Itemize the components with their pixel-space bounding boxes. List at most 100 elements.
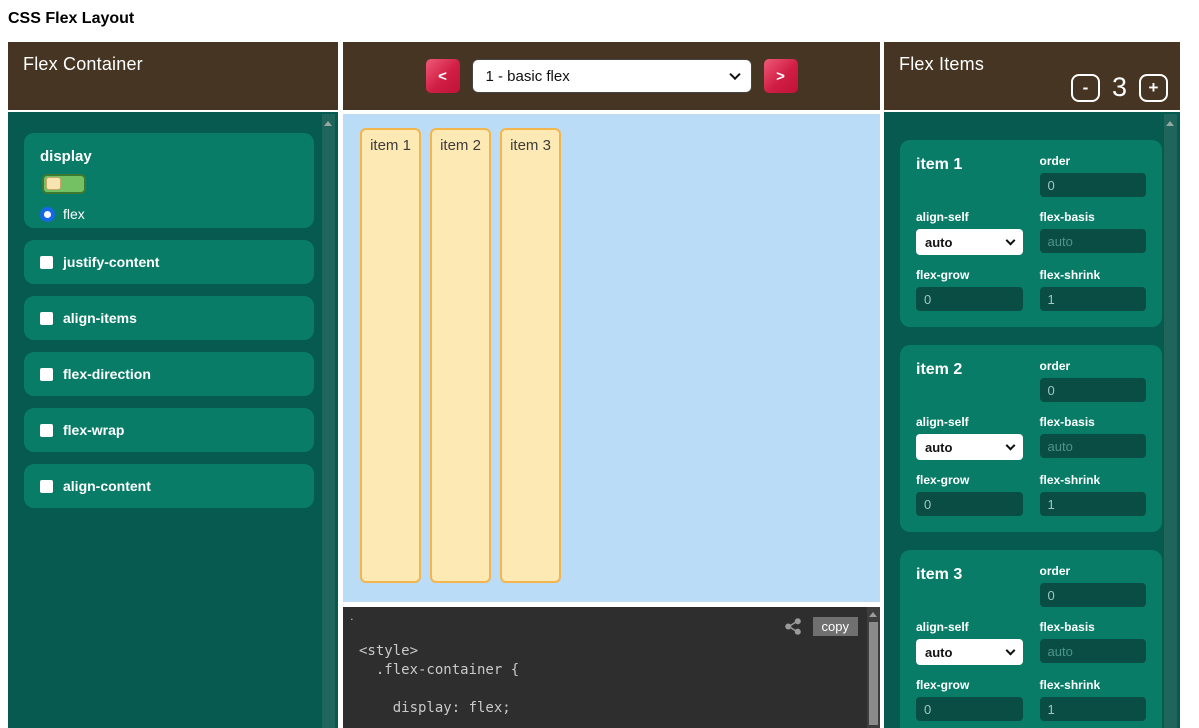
flex-items-title: Flex Items xyxy=(884,42,1180,75)
prop-card-justify-content: justify-content xyxy=(24,240,314,284)
prop-card-flex-direction: flex-direction xyxy=(24,352,314,396)
code-panel[interactable]: . copy <style> .flex-container { xyxy=(343,607,880,728)
align-self-select[interactable]: auto xyxy=(916,434,1023,460)
code-line: display: flex; xyxy=(359,699,880,718)
item-count-controls: - 3 + xyxy=(1071,72,1168,103)
prop-label: flex-direction xyxy=(63,366,151,382)
display-toggle[interactable] xyxy=(42,174,86,194)
flex-radio[interactable] xyxy=(40,207,55,222)
flex-items-body: item 1 order align-self auto flex-basis xyxy=(884,112,1180,728)
align-self-label: align-self xyxy=(916,620,1023,634)
flex-basis-label: flex-basis xyxy=(1040,210,1147,224)
item-2-card: item 2 order align-self auto flex-basis xyxy=(900,345,1162,532)
flex-items-header: Flex Items - 3 + xyxy=(884,42,1180,110)
flex-container-panel: Flex Container display flex justify-cont… xyxy=(8,42,338,728)
item-3-title: item 3 xyxy=(916,564,1023,607)
flex-shrink-input[interactable] xyxy=(1040,492,1147,516)
align-self-label: align-self xyxy=(916,415,1023,429)
page-title: CSS Flex Layout xyxy=(0,0,1199,42)
toggle-knob xyxy=(46,177,61,190)
code-scrollbar-thumb[interactable] xyxy=(869,622,878,725)
order-input[interactable] xyxy=(1040,173,1147,197)
flex-grow-field: flex-grow xyxy=(916,268,1023,311)
flex-shrink-field: flex-shrink xyxy=(1040,678,1147,721)
scroll-up-arrow-icon[interactable] xyxy=(1166,121,1174,126)
flex-shrink-field: flex-shrink xyxy=(1040,473,1147,516)
align-self-field: align-self auto xyxy=(916,210,1023,255)
justify-content-checkbox[interactable] xyxy=(40,256,53,269)
prop-label: justify-content xyxy=(63,254,159,270)
next-example-button[interactable]: > xyxy=(764,59,798,93)
code-corner-dot: . xyxy=(350,608,354,623)
order-field: order xyxy=(1040,564,1147,607)
preview-flex-item-2: item 2 xyxy=(430,128,491,583)
item-1-card: item 1 order align-self auto flex-basis xyxy=(900,140,1162,327)
align-self-select[interactable]: auto xyxy=(916,229,1023,255)
preview-flex-item-3: item 3 xyxy=(500,128,561,583)
example-select-wrap: 1 - basic flex xyxy=(472,59,752,93)
order-field: order xyxy=(1040,154,1147,197)
flex-radio-label: flex xyxy=(63,206,85,222)
prop-label: align-items xyxy=(63,310,137,326)
flex-shrink-label: flex-shrink xyxy=(1040,678,1147,692)
left-panel-scrollbar[interactable] xyxy=(322,114,335,728)
flex-wrap-checkbox[interactable] xyxy=(40,424,53,437)
flex-direction-checkbox[interactable] xyxy=(40,368,53,381)
flex-grow-field: flex-grow xyxy=(916,678,1023,721)
align-items-checkbox[interactable] xyxy=(40,312,53,325)
code-line: <style> xyxy=(359,642,880,661)
order-input[interactable] xyxy=(1040,378,1147,402)
copy-button[interactable]: copy xyxy=(813,617,858,636)
code-scrollbar[interactable] xyxy=(867,607,880,728)
prop-card-align-content: align-content xyxy=(24,464,314,508)
flex-grow-input[interactable] xyxy=(916,492,1023,516)
code-line xyxy=(359,680,880,699)
flex-shrink-input[interactable] xyxy=(1040,287,1147,311)
remove-item-button[interactable]: - xyxy=(1071,74,1100,102)
flex-grow-input[interactable] xyxy=(916,697,1023,721)
align-content-checkbox[interactable] xyxy=(40,480,53,493)
add-item-button[interactable]: + xyxy=(1139,74,1168,102)
item-count: 3 xyxy=(1112,72,1127,103)
order-field: order xyxy=(1040,359,1147,402)
flex-grow-label: flex-grow xyxy=(916,268,1023,282)
preview-flex-item-1: item 1 xyxy=(360,128,421,583)
share-icon[interactable] xyxy=(784,617,803,636)
flex-container-title: Flex Container xyxy=(8,42,338,75)
flex-grow-input[interactable] xyxy=(916,287,1023,311)
code-line: .flex-container { xyxy=(359,661,880,680)
flex-basis-input[interactable] xyxy=(1040,229,1147,253)
prop-label: align-content xyxy=(63,478,151,494)
align-self-select[interactable]: auto xyxy=(916,639,1023,665)
flex-basis-label: flex-basis xyxy=(1040,415,1147,429)
prev-example-button[interactable]: < xyxy=(426,59,460,93)
order-input[interactable] xyxy=(1040,583,1147,607)
code-content: <style> .flex-container { display: flex; xyxy=(359,642,880,718)
flex-basis-input[interactable] xyxy=(1040,639,1147,663)
flex-basis-field: flex-basis xyxy=(1040,210,1147,255)
order-label: order xyxy=(1040,359,1147,373)
preview-panel: < 1 - basic flex > item 1 item 2 item 3 … xyxy=(343,42,880,728)
right-panel-scrollbar[interactable] xyxy=(1164,114,1177,728)
flex-container-body: display flex justify-content align-items xyxy=(8,112,338,728)
flex-preview-area: item 1 item 2 item 3 xyxy=(343,114,880,602)
main-columns: Flex Container display flex justify-cont… xyxy=(8,42,1199,728)
flex-shrink-label: flex-shrink xyxy=(1040,268,1147,282)
scroll-up-arrow-icon[interactable] xyxy=(869,612,877,617)
flex-shrink-input[interactable] xyxy=(1040,697,1147,721)
flex-grow-label: flex-grow xyxy=(916,473,1023,487)
item-1-title: item 1 xyxy=(916,154,1023,197)
display-flex-radio-row: flex xyxy=(40,206,298,222)
example-nav-bar: < 1 - basic flex > xyxy=(343,42,880,110)
flex-basis-label: flex-basis xyxy=(1040,620,1147,634)
scroll-up-arrow-icon[interactable] xyxy=(324,121,332,126)
display-label: display xyxy=(40,148,298,165)
order-label: order xyxy=(1040,154,1147,168)
flex-basis-input[interactable] xyxy=(1040,434,1147,458)
code-toolbar: copy xyxy=(343,607,880,637)
prop-card-flex-wrap: flex-wrap xyxy=(24,408,314,452)
display-card: display flex xyxy=(24,133,314,228)
align-self-field: align-self auto xyxy=(916,620,1023,665)
item-3-card: item 3 order align-self auto flex-basis xyxy=(900,550,1162,728)
example-select[interactable]: 1 - basic flex xyxy=(472,59,752,93)
